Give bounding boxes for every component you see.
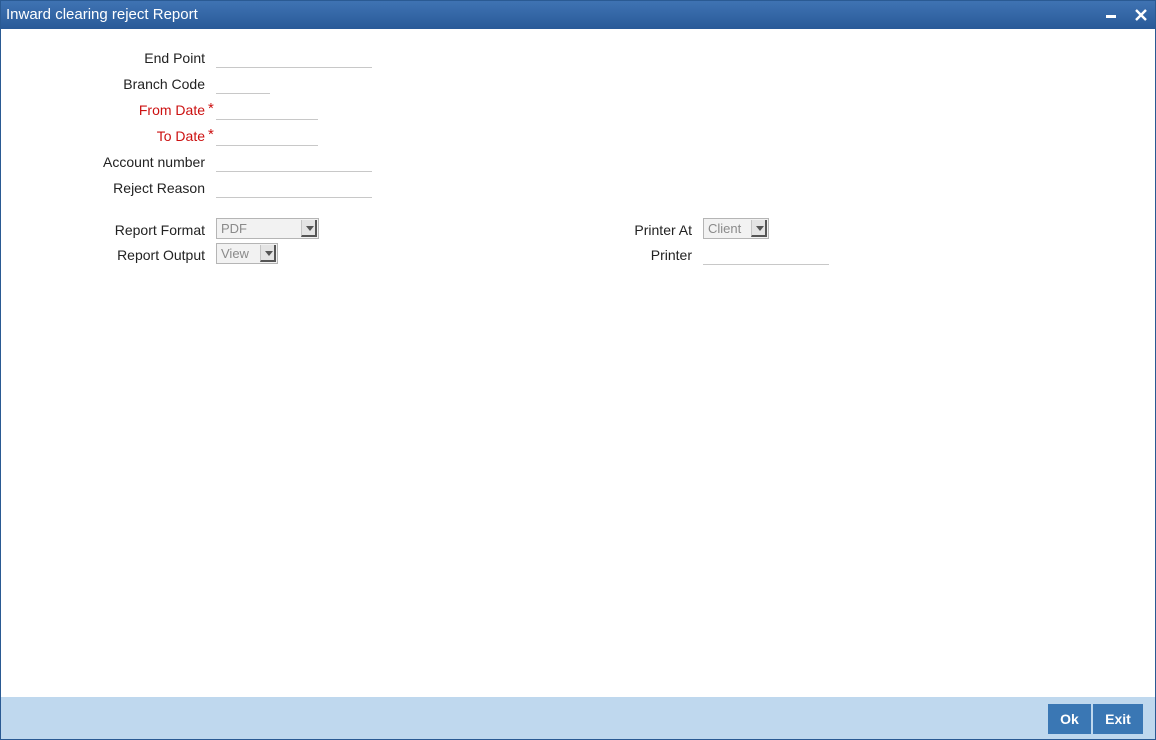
to-date-label: To Date: [156, 128, 205, 144]
from-date-label: From Date: [138, 102, 205, 118]
branch-code-label: Branch Code: [123, 76, 205, 92]
report-format-select[interactable]: PDF: [216, 218, 319, 239]
report-output-label: Report Output: [117, 247, 205, 263]
account-number-label: Account number: [103, 154, 205, 170]
minimize-button[interactable]: [1101, 5, 1121, 25]
chevron-down-icon: [260, 245, 276, 262]
chevron-down-icon: [301, 220, 317, 237]
printer-at-value: Client: [708, 221, 742, 236]
close-icon: [1135, 9, 1147, 21]
printer-input[interactable]: [703, 243, 829, 265]
printer-label: Printer: [650, 247, 692, 263]
end-point-label: End Point: [144, 50, 205, 66]
report-output-value: View: [221, 246, 249, 261]
title-bar: Inward clearing reject Report: [1, 1, 1155, 29]
chevron-down-icon: [751, 220, 767, 237]
printer-at-label: Printer At: [634, 222, 692, 238]
report-output-select[interactable]: View: [216, 243, 278, 264]
to-date-input[interactable]: [216, 124, 318, 146]
end-point-input[interactable]: [216, 46, 372, 68]
from-date-input[interactable]: [216, 98, 318, 120]
minimize-icon: [1106, 15, 1116, 18]
required-mark: *: [208, 100, 214, 117]
footer-bar: Ok Exit: [1, 697, 1155, 739]
close-button[interactable]: [1131, 5, 1151, 25]
window-title: Inward clearing reject Report: [6, 6, 198, 23]
report-format-label: Report Format: [114, 222, 205, 238]
report-window: Inward clearing reject Report End Point …: [0, 0, 1156, 740]
required-mark: *: [208, 126, 214, 143]
account-number-input[interactable]: [216, 150, 372, 172]
exit-button[interactable]: Exit: [1093, 704, 1143, 734]
branch-code-input[interactable]: [216, 72, 270, 94]
reject-reason-input[interactable]: [216, 176, 372, 198]
report-format-value: PDF: [221, 221, 247, 236]
ok-button[interactable]: Ok: [1048, 704, 1091, 734]
printer-at-select[interactable]: Client: [703, 218, 769, 239]
reject-reason-label: Reject Reason: [113, 180, 205, 196]
